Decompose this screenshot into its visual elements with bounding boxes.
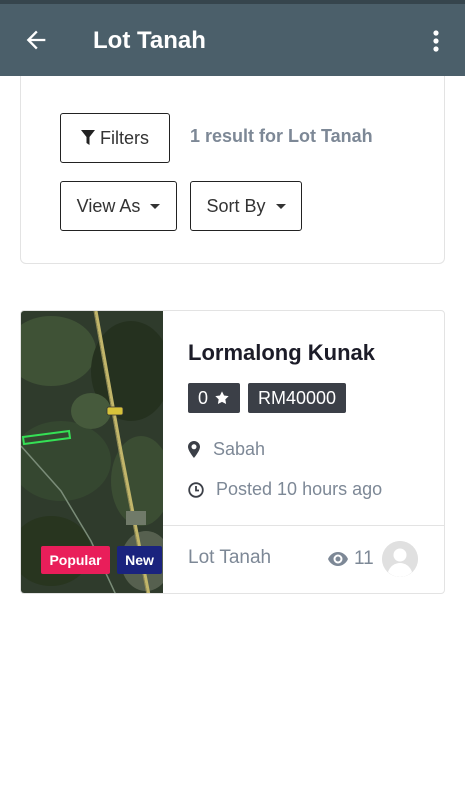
star-icon [215, 391, 229, 405]
filter-panel: Filters 1 result for Lot Tanah View As S… [20, 76, 445, 264]
price-badge: RM40000 [248, 383, 346, 413]
posted-text: Posted 10 hours ago [216, 479, 383, 499]
view-count: 11 [328, 548, 374, 570]
divider [163, 525, 444, 526]
view-count-value: 11 [354, 548, 374, 569]
listing-image[interactable]: Popular New [21, 311, 163, 593]
view-as-label: View As [76, 195, 141, 216]
location-row: Sabah [188, 439, 265, 460]
listing-card[interactable]: Popular New Lormalong Kunak 0 RM40000 Sa… [20, 310, 445, 594]
rating-badge: 0 [188, 383, 240, 413]
view-as-dropdown[interactable]: View As [60, 181, 177, 231]
filters-button[interactable]: Filters [60, 113, 170, 163]
popular-badge: Popular [41, 546, 110, 574]
category-label[interactable]: Lot Tanah [188, 547, 271, 569]
sort-by-label: Sort By [206, 195, 266, 216]
arrow-left-icon[interactable] [22, 26, 50, 54]
filters-label: Filters [100, 127, 149, 148]
clock-icon [188, 481, 204, 498]
rating-value: 0 [197, 387, 208, 408]
new-badge: New [117, 546, 162, 574]
app-bar: Lot Tanah [0, 0, 465, 76]
result-count: 1 result for Lot Tanah [190, 126, 373, 146]
avatar[interactable] [382, 541, 418, 577]
sort-by-dropdown[interactable]: Sort By [190, 181, 302, 231]
eye-icon [328, 552, 348, 566]
caret-down-icon [150, 203, 161, 209]
caret-down-icon [275, 203, 286, 209]
page-title: Lot Tanah [93, 27, 206, 54]
location-text: Sabah [213, 439, 266, 459]
posted-row: Posted 10 hours ago [188, 479, 382, 500]
listing-title[interactable]: Lormalong Kunak [188, 340, 375, 366]
filter-icon [81, 130, 95, 145]
map-marker-icon [188, 441, 200, 458]
more-vert-icon[interactable] [424, 26, 448, 56]
